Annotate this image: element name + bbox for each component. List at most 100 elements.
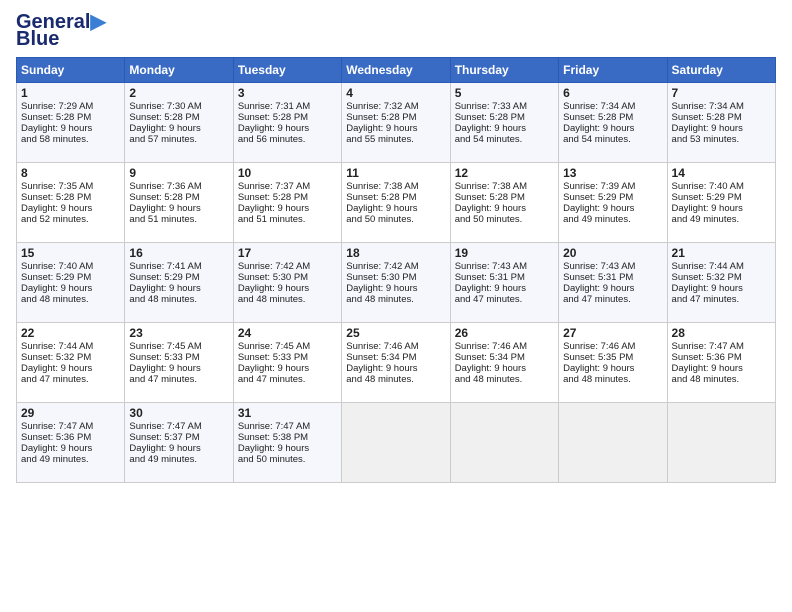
day-number: 21 <box>672 246 771 260</box>
sunrise-label: Sunrise: 7:42 AM <box>238 261 310 272</box>
sunset-label: Sunset: 5:30 PM <box>238 272 308 283</box>
daylight-label: Daylight: 9 hoursand 57 minutes. <box>129 123 200 145</box>
calendar-cell: 31Sunrise: 7:47 AMSunset: 5:38 PMDayligh… <box>233 403 341 483</box>
header: General▶ Blue <box>16 12 776 51</box>
sunset-label: Sunset: 5:31 PM <box>455 272 525 283</box>
calendar-header-row: SundayMondayTuesdayWednesdayThursdayFrid… <box>17 58 776 83</box>
sunset-label: Sunset: 5:32 PM <box>21 352 91 363</box>
sunset-label: Sunset: 5:31 PM <box>563 272 633 283</box>
sunset-label: Sunset: 5:36 PM <box>672 352 742 363</box>
sunrise-label: Sunrise: 7:44 AM <box>21 341 93 352</box>
calendar-cell <box>342 403 450 483</box>
daylight-label: Daylight: 9 hoursand 48 minutes. <box>346 363 417 385</box>
day-header-sunday: Sunday <box>17 58 125 83</box>
sunrise-label: Sunrise: 7:34 AM <box>563 101 635 112</box>
calendar-cell: 9Sunrise: 7:36 AMSunset: 5:28 PMDaylight… <box>125 163 233 243</box>
daylight-label: Daylight: 9 hoursand 56 minutes. <box>238 123 309 145</box>
calendar-cell: 11Sunrise: 7:38 AMSunset: 5:28 PMDayligh… <box>342 163 450 243</box>
sunrise-label: Sunrise: 7:47 AM <box>21 421 93 432</box>
day-number: 25 <box>346 326 445 340</box>
calendar-cell: 4Sunrise: 7:32 AMSunset: 5:28 PMDaylight… <box>342 83 450 163</box>
day-number: 3 <box>238 86 337 100</box>
sunset-label: Sunset: 5:28 PM <box>346 112 416 123</box>
page-container: General▶ Blue SundayMondayTuesdayWednesd… <box>0 0 792 491</box>
calendar-cell: 14Sunrise: 7:40 AMSunset: 5:29 PMDayligh… <box>667 163 775 243</box>
sunrise-label: Sunrise: 7:38 AM <box>346 181 418 192</box>
sunrise-label: Sunrise: 7:41 AM <box>129 261 201 272</box>
sunrise-label: Sunrise: 7:44 AM <box>672 261 744 272</box>
day-number: 17 <box>238 246 337 260</box>
day-number: 26 <box>455 326 554 340</box>
sunset-label: Sunset: 5:28 PM <box>21 192 91 203</box>
calendar-cell: 28Sunrise: 7:47 AMSunset: 5:36 PMDayligh… <box>667 323 775 403</box>
sunset-label: Sunset: 5:34 PM <box>455 352 525 363</box>
calendar-cell: 5Sunrise: 7:33 AMSunset: 5:28 PMDaylight… <box>450 83 558 163</box>
sunrise-label: Sunrise: 7:40 AM <box>672 181 744 192</box>
day-number: 27 <box>563 326 662 340</box>
sunset-label: Sunset: 5:34 PM <box>346 352 416 363</box>
daylight-label: Daylight: 9 hoursand 49 minutes. <box>672 203 743 225</box>
day-number: 11 <box>346 166 445 180</box>
calendar-cell: 13Sunrise: 7:39 AMSunset: 5:29 PMDayligh… <box>559 163 667 243</box>
day-number: 31 <box>238 406 337 420</box>
sunrise-label: Sunrise: 7:29 AM <box>21 101 93 112</box>
daylight-label: Daylight: 9 hoursand 48 minutes. <box>672 363 743 385</box>
calendar-week-4: 22Sunrise: 7:44 AMSunset: 5:32 PM Dayligh… <box>17 323 776 403</box>
calendar-cell <box>450 403 558 483</box>
sunset-label: Sunset: 5:29 PM <box>129 272 199 283</box>
day-header-friday: Friday <box>559 58 667 83</box>
calendar-body: 1Sunrise: 7:29 AMSunset: 5:28 PMDaylight… <box>17 83 776 483</box>
sunrise-label: Sunrise: 7:45 AM <box>129 341 201 352</box>
daylight-label: Daylight: 9 hoursand 55 minutes. <box>346 123 417 145</box>
day-number: 7 <box>672 86 771 100</box>
sunset-label: Sunset: 5:28 PM <box>21 112 91 123</box>
daylight-label: Daylight: 9 hoursand 49 minutes. <box>563 203 634 225</box>
sunset-label: Sunset: 5:35 PM <box>563 352 633 363</box>
sunset-label: Sunset: 5:33 PM <box>129 352 199 363</box>
calendar-week-1: 1Sunrise: 7:29 AMSunset: 5:28 PMDaylight… <box>17 83 776 163</box>
calendar-cell: 3Sunrise: 7:31 AMSunset: 5:28 PMDaylight… <box>233 83 341 163</box>
day-number: 8 <box>21 166 120 180</box>
sunrise-label: Sunrise: 7:47 AM <box>672 341 744 352</box>
sunset-label: Sunset: 5:29 PM <box>672 192 742 203</box>
sunset-label: Sunset: 5:28 PM <box>563 112 633 123</box>
day-header-thursday: Thursday <box>450 58 558 83</box>
daylight-label: Daylight: 9 hoursand 50 minutes. <box>346 203 417 225</box>
daylight-label: Daylight: 9 hoursand 48 minutes. <box>346 283 417 305</box>
daylight-label: Daylight: 9 hoursand 48 minutes. <box>563 363 634 385</box>
calendar-cell: 26Sunrise: 7:46 AMSunset: 5:34 PMDayligh… <box>450 323 558 403</box>
daylight-label: Daylight: 9 hoursand 48 minutes. <box>455 363 526 385</box>
calendar-cell: 23Sunrise: 7:45 AMSunset: 5:33 PMDayligh… <box>125 323 233 403</box>
sunset-label: Sunset: 5:28 PM <box>129 112 199 123</box>
day-header-saturday: Saturday <box>667 58 775 83</box>
sunset-label: Sunset: 5:36 PM <box>21 432 91 443</box>
sunset-label: Sunset: 5:37 PM <box>129 432 199 443</box>
day-number: 18 <box>346 246 445 260</box>
sunset-label: Sunset: 5:28 PM <box>346 192 416 203</box>
day-number: 22 <box>21 326 120 340</box>
day-number: 4 <box>346 86 445 100</box>
sunrise-label: Sunrise: 7:46 AM <box>455 341 527 352</box>
day-number: 23 <box>129 326 228 340</box>
logo: General▶ Blue <box>16 12 106 51</box>
sunset-label: Sunset: 5:28 PM <box>455 192 525 203</box>
daylight-label: Daylight: 9 hoursand 47 minutes. <box>672 283 743 305</box>
daylight-label: Daylight: 9 hoursand 47 minutes. <box>455 283 526 305</box>
sunset-label: Sunset: 5:28 PM <box>672 112 742 123</box>
sunset-label: Sunset: 5:28 PM <box>238 112 308 123</box>
day-number: 19 <box>455 246 554 260</box>
daylight-label: Daylight: 9 hoursand 47 minutes. <box>129 363 200 385</box>
sunrise-label: Sunrise: 7:38 AM <box>455 181 527 192</box>
daylight-label: Daylight: 9 hoursand 48 minutes. <box>129 283 200 305</box>
sunset-label: Sunset: 5:28 PM <box>129 192 199 203</box>
sunrise-label: Sunrise: 7:34 AM <box>672 101 744 112</box>
sunrise-label: Sunrise: 7:33 AM <box>455 101 527 112</box>
daylight-label: Daylight: 9 hoursand 54 minutes. <box>455 123 526 145</box>
sunset-label: Sunset: 5:30 PM <box>346 272 416 283</box>
calendar-cell: 24Sunrise: 7:45 AMSunset: 5:33 PMDayligh… <box>233 323 341 403</box>
calendar-cell <box>667 403 775 483</box>
sunrise-label: Sunrise: 7:35 AM <box>21 181 93 192</box>
day-number: 10 <box>238 166 337 180</box>
calendar-cell: 8Sunrise: 7:35 AMSunset: 5:28 PMDaylight… <box>17 163 125 243</box>
daylight-label: Daylight: 9 hoursand 58 minutes. <box>21 123 92 145</box>
